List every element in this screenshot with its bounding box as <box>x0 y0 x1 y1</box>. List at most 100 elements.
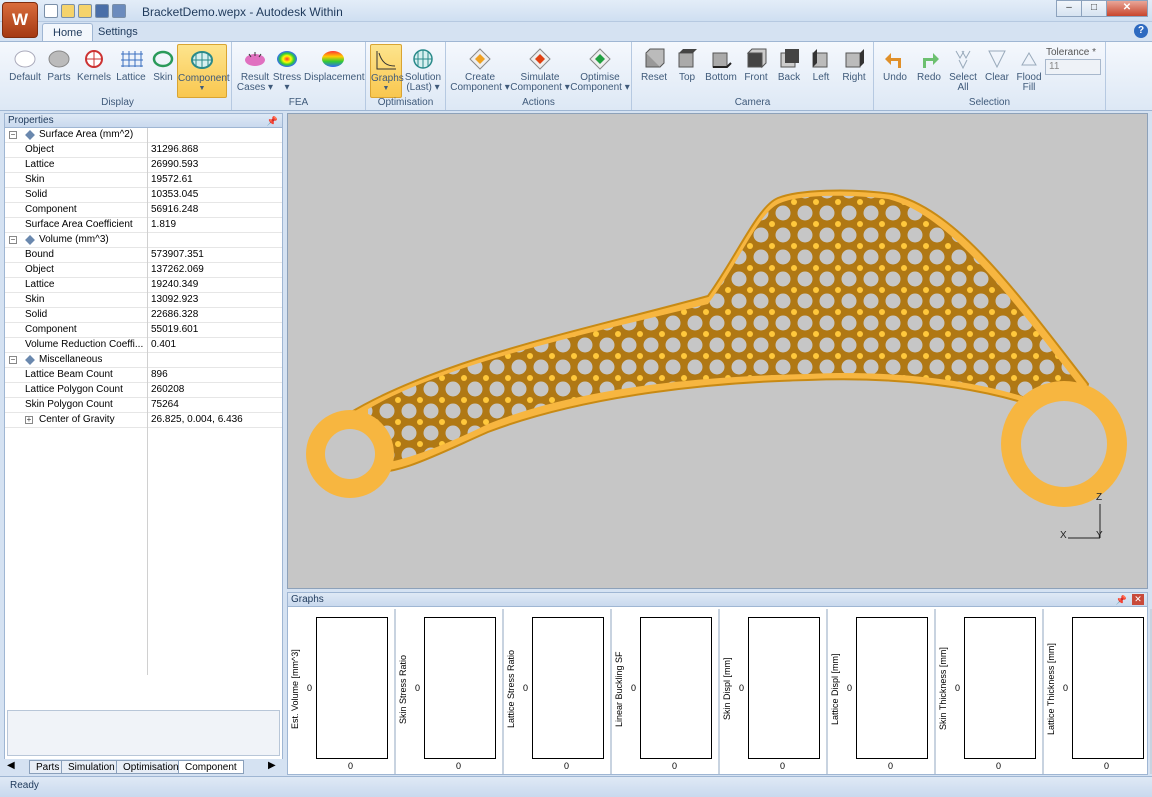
display-parts-button[interactable]: Parts <box>44 44 74 96</box>
stress-button[interactable]: Stress ▾ <box>272 44 302 96</box>
tab-optimisation[interactable]: Optimisation <box>116 760 186 774</box>
save-as-icon[interactable] <box>112 4 126 18</box>
property-row[interactable]: Skin 13092.923 <box>5 293 282 308</box>
property-row[interactable]: Skin 19572.61 <box>5 173 282 188</box>
graph-plot-area[interactable] <box>316 617 388 759</box>
tab-simulation[interactable]: Simulation <box>61 760 122 774</box>
tab-scroll-left-icon[interactable]: ◀ <box>7 760 15 771</box>
property-row[interactable]: Object 31296.868 <box>5 143 282 158</box>
select-all-button[interactable]: Select All <box>946 44 980 96</box>
property-category[interactable]: − Surface Area (mm^2) <box>5 128 282 143</box>
property-value: 22686.328 <box>147 308 282 323</box>
display-kernels-button[interactable]: Kernels <box>76 44 112 96</box>
graph-plot-area[interactable] <box>532 617 604 759</box>
result-cases-button[interactable]: Result Cases ▾ <box>236 44 274 96</box>
bracket-model[interactable]: Z X Y <box>288 114 1147 588</box>
new-file-icon[interactable] <box>44 4 58 18</box>
graph-plot-area[interactable] <box>748 617 820 759</box>
camera-top-button[interactable]: Top <box>672 44 702 96</box>
property-row[interactable]: Component 56916.248 <box>5 203 282 218</box>
property-row[interactable]: Skin Polygon Count 75264 <box>5 398 282 413</box>
display-component-button[interactable]: Component ▼ <box>177 44 230 98</box>
property-row[interactable]: Component 55019.601 <box>5 323 282 338</box>
category-icon <box>25 235 35 245</box>
collapse-icon[interactable]: − <box>9 131 17 139</box>
property-row[interactable]: Lattice Polygon Count 260208 <box>5 383 282 398</box>
property-row[interactable]: Surface Area Coefficient 1.819 <box>5 218 282 233</box>
property-value: 0.401 <box>147 338 282 353</box>
property-category[interactable]: − Miscellaneous <box>5 353 282 368</box>
property-row[interactable]: Lattice 26990.593 <box>5 158 282 173</box>
pin-icon[interactable]: 📌 <box>267 114 278 128</box>
camera-right-button[interactable]: Right <box>838 44 870 96</box>
graph-plot-area[interactable] <box>640 617 712 759</box>
3d-viewport[interactable]: Z X Y <box>287 113 1148 589</box>
camera-left-button[interactable]: Left <box>806 44 836 96</box>
collapse-icon[interactable]: − <box>9 356 17 364</box>
property-name: Lattice Beam Count <box>25 369 113 380</box>
window-title: BracketDemo.wepx - Autodesk Within <box>142 5 343 19</box>
display-default-button[interactable]: Default <box>8 44 42 96</box>
graph-plot-area[interactable] <box>1072 617 1144 759</box>
tab-component[interactable]: Component <box>178 760 244 774</box>
property-name: Lattice <box>25 279 55 290</box>
close-icon[interactable]: ✕ <box>1132 594 1144 605</box>
flood-fill-label-2: Fill <box>1022 82 1036 93</box>
expand-icon[interactable]: + <box>25 416 33 424</box>
property-category[interactable]: − Volume (mm^3) <box>5 233 282 248</box>
tab-home[interactable]: Home <box>42 23 94 41</box>
undo-button[interactable]: Undo <box>880 44 910 96</box>
collapse-icon[interactable]: − <box>9 236 17 244</box>
close-button[interactable]: ✕ <box>1106 0 1148 17</box>
minimize-button[interactable]: – <box>1056 0 1082 17</box>
camera-front-button[interactable]: Front <box>740 44 772 96</box>
tab-settings[interactable]: Settings <box>88 23 148 41</box>
open-folder-icon[interactable] <box>61 4 75 18</box>
graphs-button[interactable]: Graphs ▼ <box>370 44 404 98</box>
property-row[interactable]: Volume Reduction Coeffi... 0.401 <box>5 338 282 353</box>
optimise-component-button[interactable]: Optimise Component ▾ <box>570 44 630 96</box>
tab-scroll-right-icon[interactable]: ▶ <box>268 760 276 771</box>
flood-fill-button[interactable]: Flood Fill <box>1014 44 1044 96</box>
panel-tabs: ◀ Parts Simulation Optimisation Componen… <box>4 759 283 775</box>
save-icon[interactable] <box>95 4 109 18</box>
property-row[interactable]: Bound 573907.351 <box>5 248 282 263</box>
simulate-component-icon <box>529 48 551 70</box>
redo-button[interactable]: Redo <box>914 44 944 96</box>
graph-y-tick: 0 <box>523 683 529 693</box>
property-row[interactable]: + Center of Gravity 26.825, 0.004, 6.436 <box>5 413 282 428</box>
camera-front-label: Front <box>744 72 768 83</box>
property-row[interactable]: Solid 22686.328 <box>5 308 282 323</box>
graph-plot-area[interactable] <box>856 617 928 759</box>
property-row[interactable]: Object 137262.069 <box>5 263 282 278</box>
open-recent-icon[interactable] <box>78 4 92 18</box>
tolerance-input[interactable]: 11 <box>1045 59 1101 75</box>
property-row[interactable]: Lattice Beam Count 896 <box>5 368 282 383</box>
display-skin-button[interactable]: Skin <box>148 44 178 96</box>
graph-plot-area[interactable] <box>964 617 1036 759</box>
displacement-button[interactable]: Displacement <box>304 44 365 96</box>
maximize-button[interactable]: □ <box>1081 0 1107 17</box>
pin-icon[interactable]: 📌 <box>1116 593 1127 607</box>
solution-last-button[interactable]: Solution (Last) ▾ <box>404 44 442 96</box>
help-icon[interactable]: ? <box>1134 24 1148 38</box>
camera-back-button[interactable]: Back <box>774 44 804 96</box>
application-menu-button[interactable]: W <box>2 2 38 38</box>
window-controls: – □ ✕ <box>1056 0 1148 17</box>
simulate-component-button[interactable]: Simulate Component ▾ <box>510 44 570 96</box>
property-name: Center of Gravity <box>39 414 115 425</box>
property-name: Lattice <box>25 159 55 170</box>
property-name: Solid <box>25 189 48 200</box>
camera-reset-button[interactable]: Reset <box>638 44 670 96</box>
create-component-button[interactable]: Create Component ▾ <box>450 44 510 96</box>
property-row[interactable]: Lattice 19240.349 <box>5 278 282 293</box>
property-name: Component <box>25 324 77 335</box>
graph-plot-area[interactable] <box>424 617 496 759</box>
clear-button[interactable]: Clear <box>982 44 1012 96</box>
property-row[interactable]: Solid 10353.045 <box>5 188 282 203</box>
chevron-down-icon: ▼ <box>382 85 390 92</box>
property-value: 896 <box>147 368 282 383</box>
camera-bottom-button[interactable]: Bottom <box>702 44 740 96</box>
cube-back-icon <box>780 49 799 68</box>
display-lattice-button[interactable]: Lattice <box>114 44 148 96</box>
